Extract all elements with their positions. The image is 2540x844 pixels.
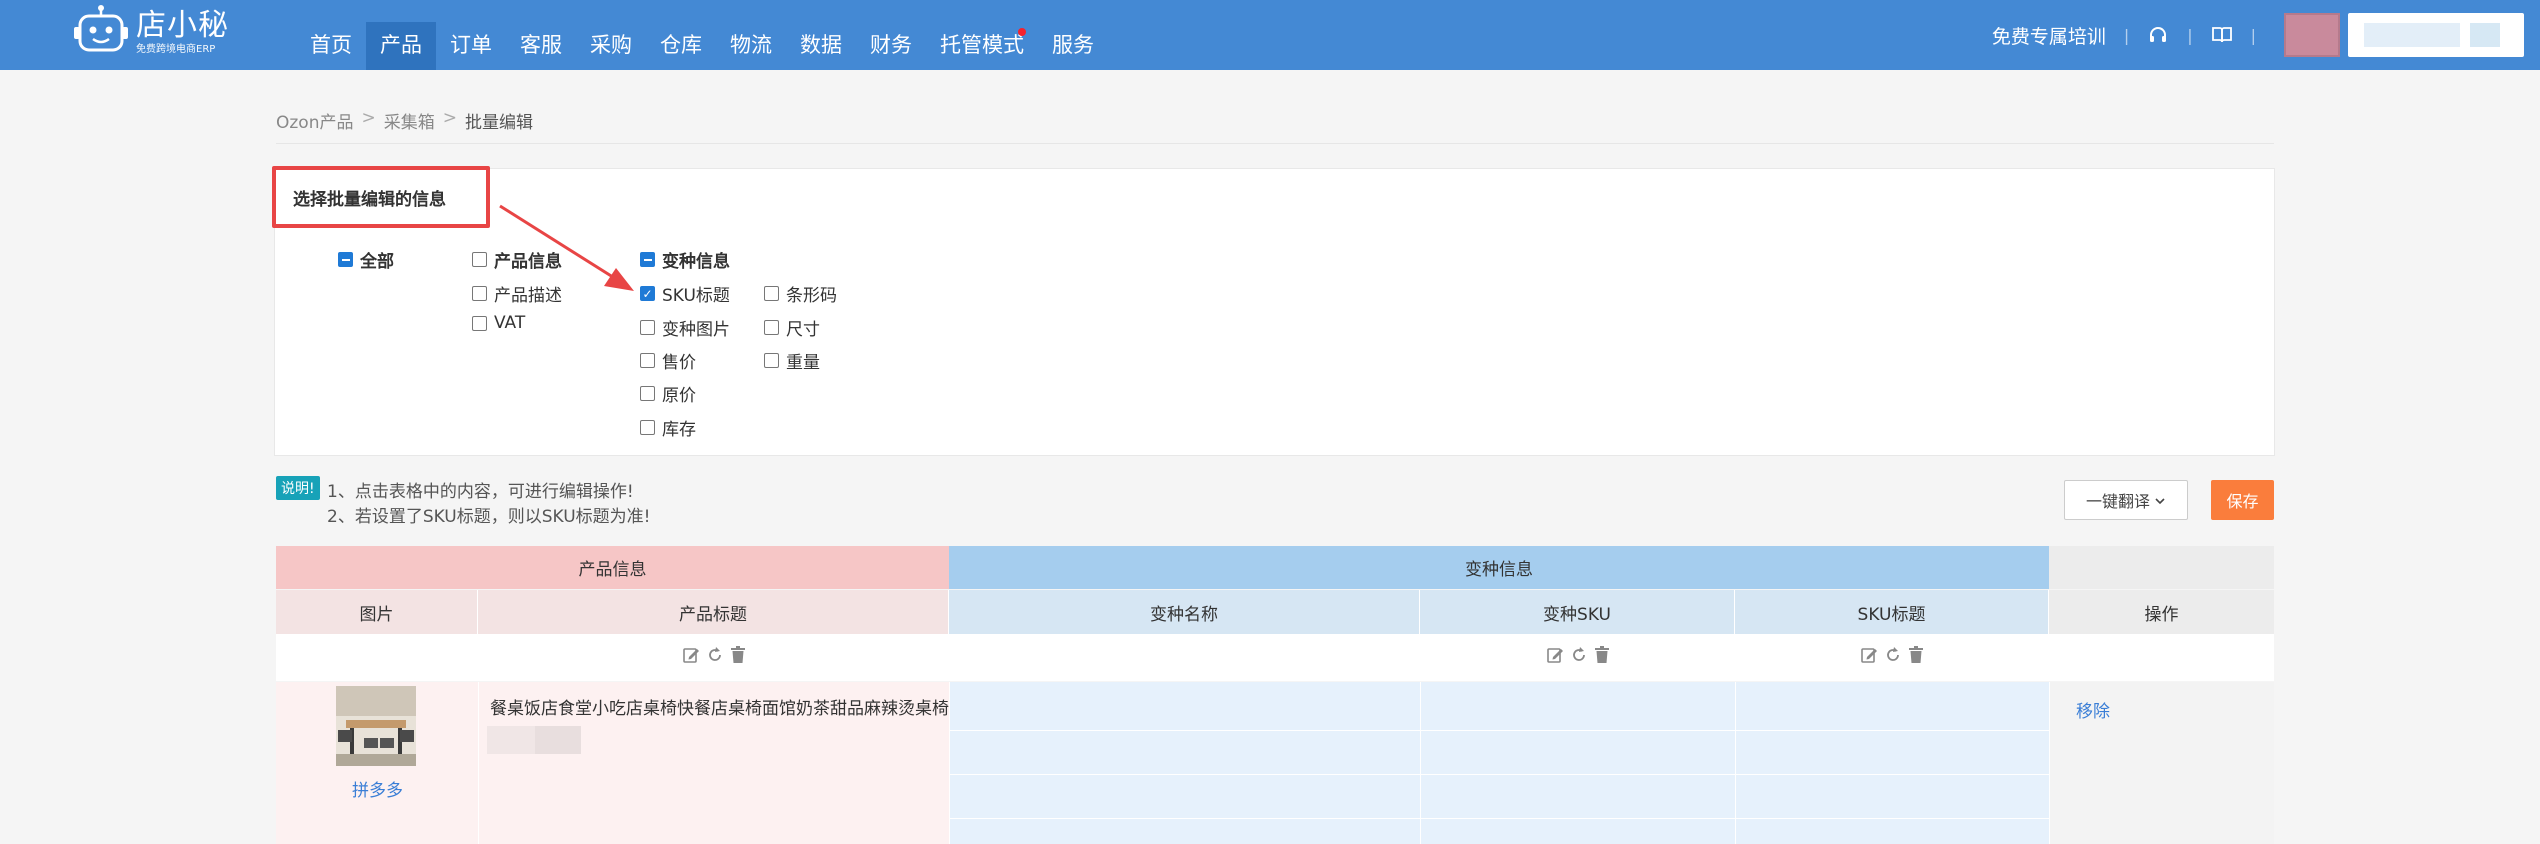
redacted-text xyxy=(487,726,535,754)
checkbox-icon xyxy=(764,353,779,368)
checkbox-label: 售价 xyxy=(662,353,696,373)
product-title-text[interactable]: 餐桌饭店食堂小吃店桌椅快餐店桌椅面馆奶茶甜品麻辣烫桌椅 xyxy=(490,694,949,719)
checkbox-icon xyxy=(640,386,655,401)
table-row-variant-name-cell[interactable] xyxy=(949,682,1420,844)
checkbox-icon xyxy=(640,320,655,335)
checkbox-weight[interactable]: 重量 xyxy=(764,348,820,373)
checkmark-icon: ✓ xyxy=(640,286,655,301)
checkbox-variant-image[interactable]: 变种图片 xyxy=(640,315,730,340)
column-header-sku-title: SKU标题 xyxy=(1735,590,2049,634)
column-header-variant-sku: 变种SKU xyxy=(1420,590,1735,634)
one-click-translate-dropdown[interactable]: 一键翻译 xyxy=(2064,480,2188,520)
checkbox-vat[interactable]: VAT xyxy=(472,313,525,333)
note-line-1: 1、点击表格中的内容，可进行编辑操作! xyxy=(327,482,634,502)
checkbox-variant-info-label: 变种信息 xyxy=(662,252,730,272)
source-platform-link[interactable]: 拼多多 xyxy=(352,776,403,801)
checkbox-icon xyxy=(472,252,487,267)
checkbox-label: 重量 xyxy=(786,353,820,373)
save-button[interactable]: 保存 xyxy=(2211,480,2274,520)
checkbox-indeterminate-icon xyxy=(338,252,353,267)
checkbox-label: 原价 xyxy=(662,386,696,406)
checkbox-price[interactable]: 售价 xyxy=(640,348,696,373)
remove-link[interactable]: 移除 xyxy=(2076,697,2110,722)
variant-sku-tools xyxy=(1420,634,1735,681)
checkbox-product-info-label: 产品信息 xyxy=(494,252,562,272)
checkbox-label: VAT xyxy=(494,313,526,333)
checkbox-icon xyxy=(764,286,779,301)
divider xyxy=(478,682,479,844)
delete-icon[interactable] xyxy=(1594,646,1610,669)
table-row-sku-title-cell[interactable] xyxy=(1735,682,2049,844)
redacted-text xyxy=(535,726,581,754)
divider xyxy=(1420,682,1421,844)
checkbox-dimensions[interactable]: 尺寸 xyxy=(764,315,820,340)
delete-icon[interactable] xyxy=(1908,646,1924,669)
checkbox-icon xyxy=(764,320,779,335)
translate-label: 一键翻译 xyxy=(2085,492,2150,511)
column-header-product-title: 产品标题 xyxy=(478,590,949,634)
checkbox-icon xyxy=(640,420,655,435)
divider xyxy=(949,818,2049,819)
checkbox-label: 条形码 xyxy=(786,286,837,306)
table-row-variant-sku-cell[interactable] xyxy=(1420,682,1735,844)
reset-icon[interactable] xyxy=(706,646,724,669)
divider xyxy=(949,774,2049,775)
product-thumbnail[interactable] xyxy=(336,686,416,766)
checkbox-label: 尺寸 xyxy=(786,320,820,340)
edit-icon[interactable] xyxy=(682,646,700,669)
checkbox-barcode[interactable]: 条形码 xyxy=(764,281,837,306)
reset-icon[interactable] xyxy=(1884,646,1902,669)
column-header-image: 图片 xyxy=(276,590,478,634)
checkbox-label: 产品描述 xyxy=(494,286,562,306)
divider xyxy=(2049,682,2050,844)
checkbox-indeterminate-icon xyxy=(640,252,655,267)
divider xyxy=(949,730,2049,731)
group-header-product-info: 产品信息 xyxy=(276,546,949,589)
chevron-down-icon xyxy=(2154,491,2166,510)
checkbox-variant-info[interactable]: 变种信息 xyxy=(640,247,730,272)
checkbox-original-price[interactable]: 原价 xyxy=(640,381,696,406)
divider xyxy=(949,682,950,844)
checkbox-product-description[interactable]: 产品描述 xyxy=(472,281,562,306)
checkbox-icon xyxy=(472,315,487,331)
delete-icon[interactable] xyxy=(730,646,746,669)
checkbox-sku-title[interactable]: ✓ SKU标题 xyxy=(640,281,730,306)
column-header-operation: 操作 xyxy=(2049,590,2274,634)
group-header-blank xyxy=(2049,546,2274,589)
divider xyxy=(1735,682,1736,844)
edit-icon[interactable] xyxy=(1860,646,1878,669)
note-line-2: 2、若设置了SKU标题，则以SKU标题为准! xyxy=(327,507,651,527)
checkbox-label: 库存 xyxy=(662,420,696,440)
note-badge: 说明! xyxy=(276,476,320,500)
checkbox-all[interactable]: 全部 xyxy=(338,247,394,272)
edit-icon[interactable] xyxy=(1546,646,1564,669)
group-header-variant-info: 变种信息 xyxy=(949,546,2049,589)
column-header-variant-name: 变种名称 xyxy=(949,590,1420,634)
reset-icon[interactable] xyxy=(1570,646,1588,669)
checkbox-label: SKU标题 xyxy=(662,286,730,306)
checkbox-product-info[interactable]: 产品信息 xyxy=(472,247,562,272)
checkbox-icon xyxy=(472,286,487,301)
checkbox-all-label: 全部 xyxy=(360,252,394,272)
sku-title-tools xyxy=(1735,634,2049,681)
product-title-tools xyxy=(478,634,949,681)
checkbox-label: 变种图片 xyxy=(662,320,730,340)
checkbox-stock[interactable]: 库存 xyxy=(640,415,696,440)
checkbox-icon xyxy=(640,353,655,368)
